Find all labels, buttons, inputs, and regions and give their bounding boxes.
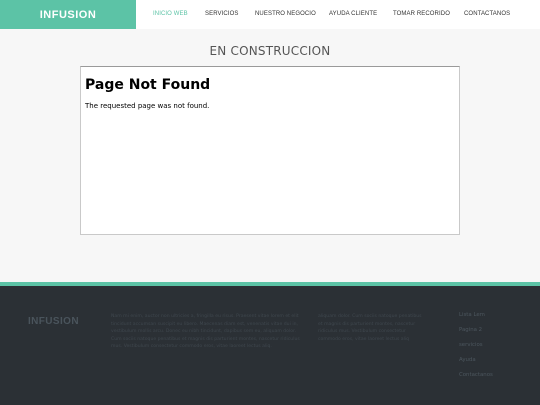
nav-item-ayuda-cliente[interactable]: AYUDA CLIENTE	[329, 11, 377, 17]
footer-link-contactanos[interactable]: Contactanos	[459, 372, 493, 387]
footer-link-pagina-2[interactable]: Pagina 2	[459, 327, 493, 342]
footer-link-servicios[interactable]: servicios	[459, 342, 493, 357]
page-title: EN CONSTRUCCION	[209, 44, 331, 58]
nav-item-servicios[interactable]: SERVICIOS	[205, 11, 238, 17]
footer-text-column-1: Nam mi enim, auctor non ultricies a, fri…	[111, 314, 300, 350]
content-iframe[interactable]: Page Not Found The requested page was no…	[80, 66, 460, 235]
error-title: Page Not Found	[85, 77, 211, 93]
error-message: The requested page was not found.	[85, 102, 210, 110]
nav-item-tomar-recorido[interactable]: TOMAR RECORIDO	[393, 11, 450, 17]
nav-item-contactanos[interactable]: CONTACTANOS	[464, 11, 510, 17]
nav-item-inicio-web[interactable]: INICIO WEB	[153, 11, 188, 17]
site-footer: INFUSION Nam mi enim, auctor non ultrici…	[0, 286, 540, 405]
footer-text-column-2: aliquam dolor. Cum sociis natoque penati…	[318, 314, 422, 342]
brand-logo[interactable]: INFUSION	[0, 0, 136, 29]
footer-link-ayuda[interactable]: Ayuda	[459, 357, 493, 372]
footer-brand: INFUSION	[28, 316, 79, 327]
nav-item-nuestro-negocio[interactable]: NUESTRO NEGOCIO	[255, 11, 316, 17]
footer-link-lista-lem[interactable]: Lista Lem	[459, 312, 493, 327]
site-header: INFUSION INICIO WEB SERVICIOS NUESTRO NE…	[0, 0, 540, 29]
footer-links: Lista Lem Pagina 2 servicios Ayuda Conta…	[459, 312, 493, 387]
